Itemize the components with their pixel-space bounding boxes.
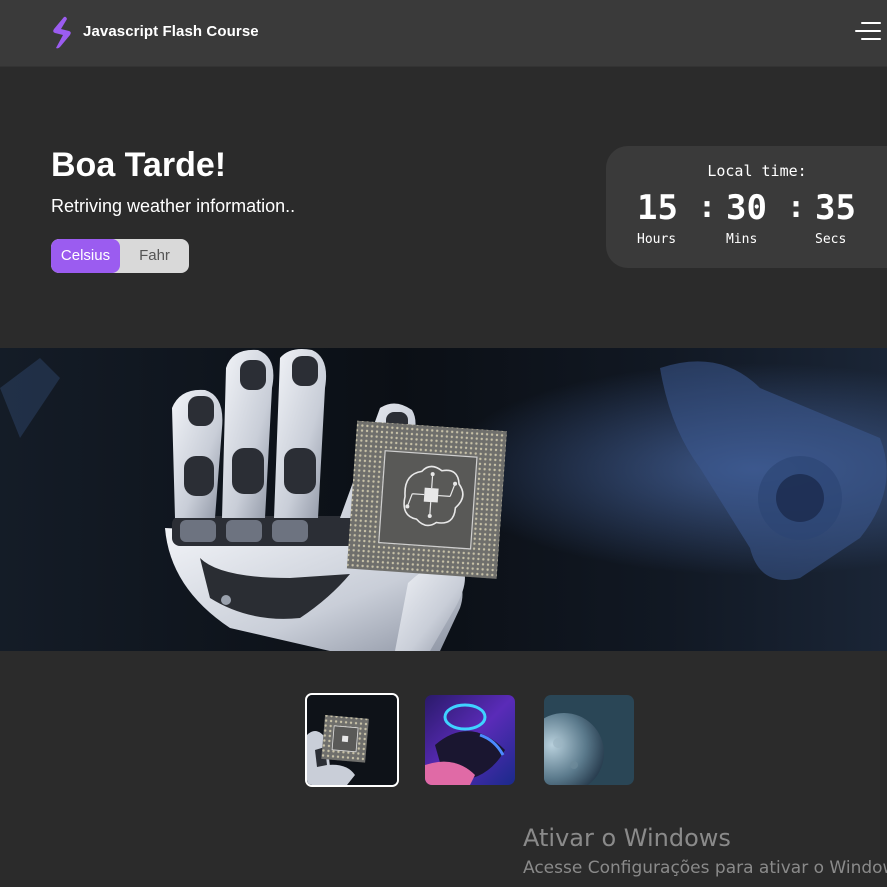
top-navigation-bar: Javascript Flash Course — [0, 0, 887, 67]
local-time-label: Local time: — [707, 162, 807, 180]
thumbnail-planet[interactable] — [544, 695, 634, 785]
windows-activation-subtitle: Acesse Configurações para ativar o Windo… — [523, 858, 887, 878]
clock-seconds: 35 — [815, 188, 856, 228]
thumbnail-robot-hand-chip[interactable] — [305, 693, 399, 787]
hours-label: Hours — [637, 232, 677, 247]
temperature-unit-toggle[interactable]: Celsius Fahr — [51, 239, 189, 273]
clock-hours: 15 — [637, 188, 678, 228]
brand-title[interactable]: Javascript Flash Course — [83, 23, 259, 40]
windows-activation-title: Ativar o Windows — [523, 824, 731, 852]
lightning-icon[interactable] — [50, 16, 74, 50]
robot-hand-chip-illustration — [0, 348, 887, 651]
weather-status: Retriving weather information.. — [51, 196, 296, 216]
fahrenheit-option[interactable]: Fahr — [120, 239, 189, 273]
hamburger-menu-icon[interactable] — [855, 20, 881, 42]
thumbnail-neon-gaming-mouse[interactable] — [425, 695, 515, 785]
hero-image — [0, 348, 887, 651]
planet-thumbnail-image — [544, 695, 634, 785]
clock-separator: : — [698, 190, 717, 225]
minutes-label: Mins — [726, 232, 758, 247]
gaming-mouse-thumbnail-image — [425, 695, 515, 785]
thumbnail-strip — [0, 693, 887, 787]
seconds-label: Secs — [815, 232, 847, 247]
celsius-option[interactable]: Celsius — [51, 239, 120, 273]
local-time-card: Local time: 15 : 30 : 35 Hours Mins Secs — [606, 146, 887, 268]
clock-minutes: 30 — [726, 188, 767, 228]
clock-separator: : — [787, 190, 806, 225]
greeting-title: Boa Tarde! — [51, 146, 227, 184]
robot-hand-thumbnail-image — [307, 695, 397, 785]
